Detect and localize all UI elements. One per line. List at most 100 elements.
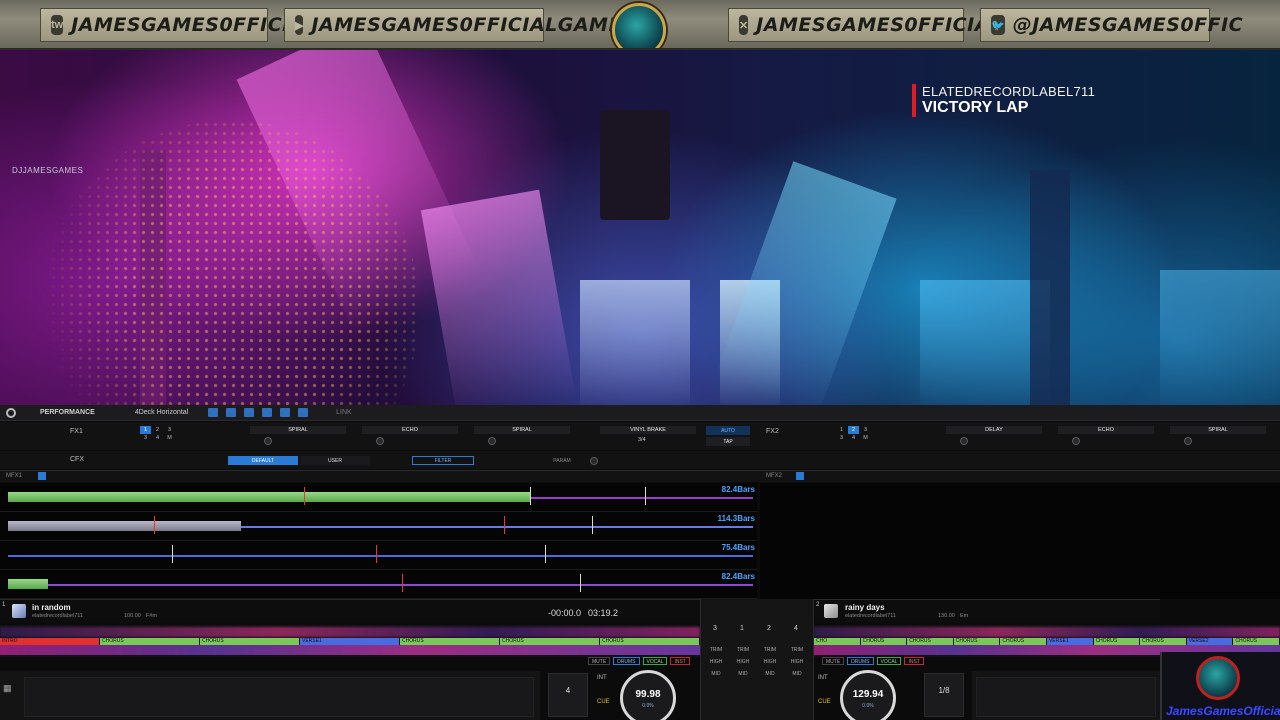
deck1-jog-wheel[interactable]: 99.98 0.0% (620, 670, 676, 720)
deck2-artist: elatedrecordlabel711 (845, 613, 896, 619)
deck2-pad-area[interactable] (972, 671, 1160, 720)
deck1-total-time: 03:19.2 (588, 608, 619, 618)
mixer-channel-4[interactable]: TRIM HIGH MID (786, 647, 808, 683)
stem-inst[interactable]: INST (670, 657, 690, 665)
fx1-knob[interactable] (376, 437, 384, 445)
phrase-segment: CHORUS (907, 638, 954, 645)
deck2-artwork (824, 604, 838, 618)
mfx1-toggle[interactable] (38, 472, 46, 480)
mixer-channel-number: 1 (740, 625, 744, 632)
fx2-knob[interactable] (1072, 437, 1080, 445)
stem-mute[interactable]: MUTE (588, 657, 611, 665)
beat-marker (530, 487, 531, 505)
lane-bpm: 82.4Bars (721, 572, 755, 581)
waveform-panel[interactable]: 82.4Bars 114.3Bars 75.4Bars 82.4Bars (0, 483, 757, 599)
cfx-user-tab[interactable]: USER (300, 456, 370, 465)
deck2-info: 2 rainy days elatedrecordlabel711 130.00… (814, 599, 1160, 623)
stem-mute[interactable]: MUTE (822, 657, 845, 665)
fx2-slot-3[interactable]: SPIRAL (1170, 426, 1266, 446)
fx1-slot-3-name[interactable]: SPIRAL (474, 426, 570, 434)
mixer-channel-2[interactable]: TRIM HIGH MID (759, 647, 781, 683)
deck1-pad-area[interactable]: ▦ (0, 671, 540, 720)
auto-button[interactable]: AUTO (706, 426, 750, 435)
grid-view-icon[interactable]: ▦ (3, 683, 12, 694)
fx2-knob[interactable] (960, 437, 968, 445)
fx1-knob[interactable] (488, 437, 496, 445)
pad-grid[interactable] (24, 677, 534, 717)
vinyl-brake-slot[interactable]: VINYL BRAKE 3/4 (600, 426, 696, 446)
deck-lane-1[interactable]: 82.4Bars (0, 483, 757, 512)
deck1-number: 1 (2, 602, 6, 608)
vinyl-brake-name[interactable]: VINYL BRAKE (600, 426, 696, 434)
deck2-beatjump[interactable]: 1/8 (924, 673, 964, 717)
fx2-beat-select[interactable]: 12334M (836, 426, 872, 442)
deck2-cue-label[interactable]: CUE (818, 699, 831, 705)
mfx2-label: MFX2 (766, 473, 783, 479)
cfx-param-label: PARAM (553, 457, 571, 464)
mfx2-toggle[interactable] (796, 472, 804, 480)
stem-drums[interactable]: DRUMS (613, 657, 640, 665)
stem-vocal[interactable]: VOCAL (642, 657, 668, 665)
fx1-slot-3[interactable]: SPIRAL (474, 426, 570, 446)
deck1-cue-label[interactable]: CUE (597, 699, 610, 705)
record-icon[interactable] (262, 408, 273, 417)
waveform-line (8, 555, 753, 557)
deck1-int-label[interactable]: INT (597, 675, 607, 681)
upload-icon[interactable] (298, 408, 309, 417)
now-playing: ELATEDRECORDLABEL711 VICTORY LAP (912, 84, 1095, 117)
fx1-slot-2-name[interactable]: ECHO (362, 426, 458, 434)
high-label: HIGH (763, 659, 777, 665)
browse-icon[interactable] (244, 408, 255, 417)
cue-marker (376, 545, 377, 563)
layout-icon[interactable] (208, 408, 219, 417)
deck1-overview[interactable]: INTRO CHORUS CHORUS VERSE1 CHORUS CHORUS CHORU… (0, 625, 700, 657)
fx1-knob[interactable] (264, 437, 272, 445)
stem-inst[interactable]: INST (904, 657, 924, 665)
fx2-knob[interactable] (1184, 437, 1192, 445)
fx2-slot-2[interactable]: ECHO (1058, 426, 1154, 446)
mfx1-label: MFX1 (6, 473, 23, 479)
deck1-stem-controls: MUTE DRUMS VOCAL INST (588, 657, 690, 665)
deck2-int-label[interactable]: INT (818, 675, 828, 681)
channel-logo (612, 3, 666, 48)
trim-label: TRIM (763, 647, 777, 653)
settings-icon[interactable] (6, 407, 16, 418)
cfx-label: CFX (70, 456, 84, 463)
deck-lane-3[interactable]: 75.4Bars (0, 541, 757, 570)
fx1-slot-1[interactable]: SPIRAL (250, 426, 346, 446)
fx1-beat-select[interactable]: 12334M (140, 426, 176, 442)
mid-label: MID (738, 671, 748, 677)
deck1-wave-strip (0, 645, 700, 655)
fx2-slot-2-name[interactable]: ECHO (1058, 426, 1154, 434)
deck1-beatjump[interactable]: 4 (548, 673, 588, 717)
link-button[interactable]: LINK (336, 409, 352, 416)
cfx-filter-button[interactable]: FILTER (412, 456, 474, 465)
dj-watermark: DJJAMESGAMES (12, 166, 84, 175)
deck-lane-2[interactable]: 114.3Bars (0, 512, 757, 541)
cue-marker (504, 516, 505, 534)
layout-dropdown[interactable]: 4Deck Horizontal (135, 409, 188, 416)
club-video: DJJAMESGAMES ELATEDRECORDLABEL711 VICTOR… (0, 50, 1280, 405)
cfx-default-tab[interactable]: DEFAULT (228, 456, 298, 465)
played-region (8, 492, 531, 502)
mixer-channel-1[interactable]: TRIM HIGH MID (732, 647, 754, 683)
pad-grid[interactable] (976, 677, 1156, 717)
stem-drums[interactable]: DRUMS (847, 657, 874, 665)
stem-vocal[interactable]: VOCAL (876, 657, 902, 665)
mode-dropdown[interactable]: PERFORMANCE (40, 409, 95, 416)
tap-button[interactable]: TAP (706, 437, 750, 446)
brand-name: JamesGamesOfficial (1166, 704, 1280, 718)
grid-icon[interactable] (226, 408, 237, 417)
fx2-slot-3-name[interactable]: SPIRAL (1170, 426, 1266, 434)
fx2-slot-1[interactable]: DELAY (946, 426, 1042, 446)
mixer-channel-3[interactable]: TRIM HIGH MID (705, 647, 727, 683)
deck-lane-4[interactable]: 82.4Bars (0, 570, 757, 599)
cfx-knob[interactable] (590, 457, 598, 465)
deck2-title: rainy days (845, 603, 885, 612)
deck2-jog-wheel[interactable]: 129.94 0.0% (840, 670, 896, 720)
fx2-slot-1-name[interactable]: DELAY (946, 426, 1042, 434)
deck1-artist: elatedrecordlabel711 (32, 613, 83, 619)
fx1-slot-1-name[interactable]: SPIRAL (250, 426, 346, 434)
fx1-slot-2[interactable]: ECHO (362, 426, 458, 446)
mixer-icon[interactable] (280, 408, 291, 417)
